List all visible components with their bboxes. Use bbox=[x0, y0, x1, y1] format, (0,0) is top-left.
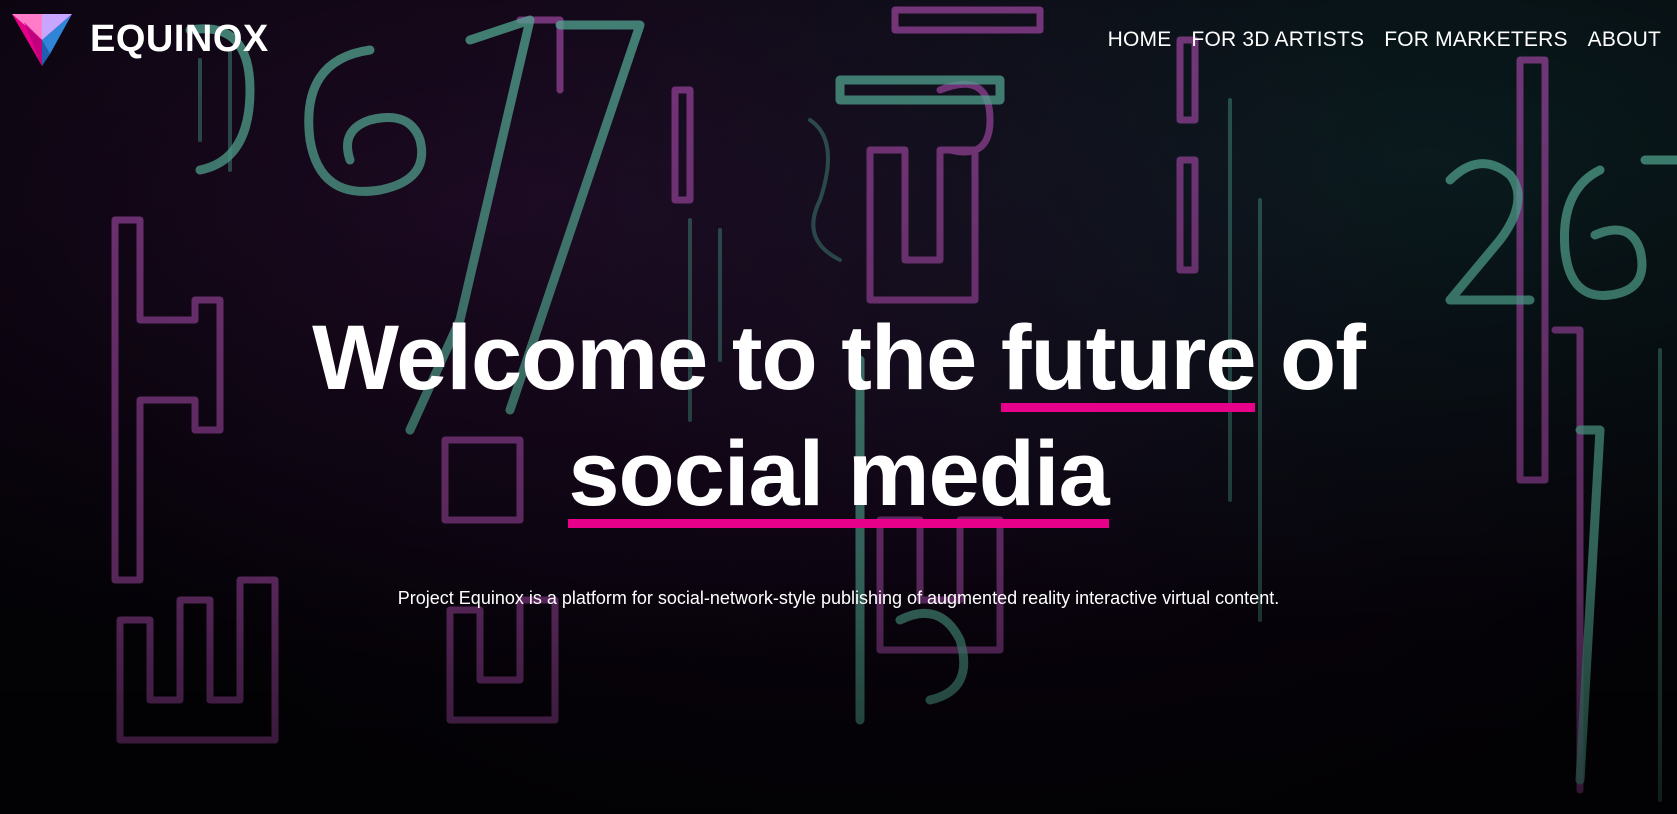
prism-triangle-logo-icon bbox=[10, 10, 74, 68]
hero-subtitle: Project Equinox is a platform for social… bbox=[397, 588, 1280, 608]
nav-marketers-link[interactable]: FOR MARKETERS bbox=[1384, 26, 1567, 54]
headline-highlight-social-media: social media bbox=[568, 416, 1110, 532]
nav-about-link[interactable]: ABOUT bbox=[1588, 26, 1661, 54]
hero-headline: Welcome to the future of social media bbox=[0, 300, 1677, 532]
nav-home-link[interactable]: HOME bbox=[1108, 26, 1172, 54]
logo-link[interactable]: EQUINOX bbox=[10, 10, 269, 68]
main-nav: HOME FOR 3D ARTISTS FOR MARKETERS ABOUT bbox=[1108, 26, 1661, 54]
headline-text-1: Welcome to the bbox=[312, 307, 1001, 409]
headline-highlight-future: future bbox=[1000, 300, 1256, 416]
brand-name: EQUINOX bbox=[90, 18, 269, 60]
nav-3d-artists-link[interactable]: FOR 3D ARTISTS bbox=[1191, 26, 1364, 54]
site-header: EQUINOX HOME FOR 3D ARTISTS FOR MARKETER… bbox=[0, 0, 1677, 80]
headline-text-2: of bbox=[1255, 307, 1366, 409]
